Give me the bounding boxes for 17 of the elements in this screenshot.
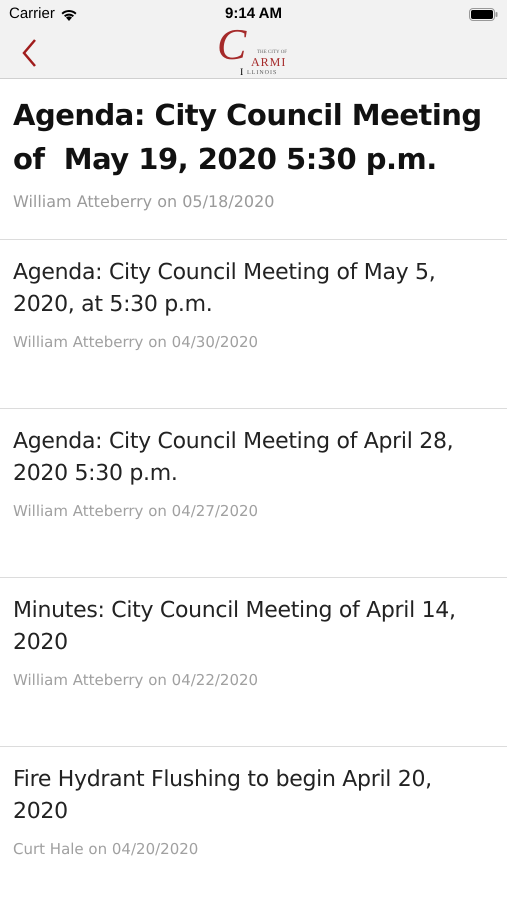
post-byline: William Atteberry on 04/27/2020 (13, 501, 260, 522)
post-title: Agenda: City Council Meeting of May 5, 2020, at 5:30 p.m. (13, 259, 436, 319)
post-title: Fire Hydrant Flushing to begin April 20, 2020 (13, 766, 433, 826)
post-title: Minutes: City Council Meeting of April 14, 2020 (13, 597, 457, 657)
logo-state-initial: I (240, 68, 244, 78)
post-byline: William Atteberry on 05/18/2020 (13, 191, 276, 213)
post-byline: William Atteberry on 04/22/2020 (13, 670, 260, 691)
clock-time: 9:14 AM (225, 4, 282, 24)
post-byline: William Atteberry on 04/30/2020 (13, 332, 260, 353)
logo-name: ARMI (251, 56, 286, 68)
post-title: Agenda: City Council Meeting of May 19, 2020 5:30 p.m. (13, 97, 483, 178)
battery-icon (469, 8, 498, 20)
post-title: Agenda: City Council Meeting of April 28, 2020 5:30 p.m. (13, 428, 454, 488)
post-byline: Curt Hale on 04/20/2020 (13, 839, 200, 860)
carrier-label: Carrier (9, 4, 55, 24)
logo-letter: C (217, 23, 246, 67)
wifi-icon (60, 8, 78, 20)
